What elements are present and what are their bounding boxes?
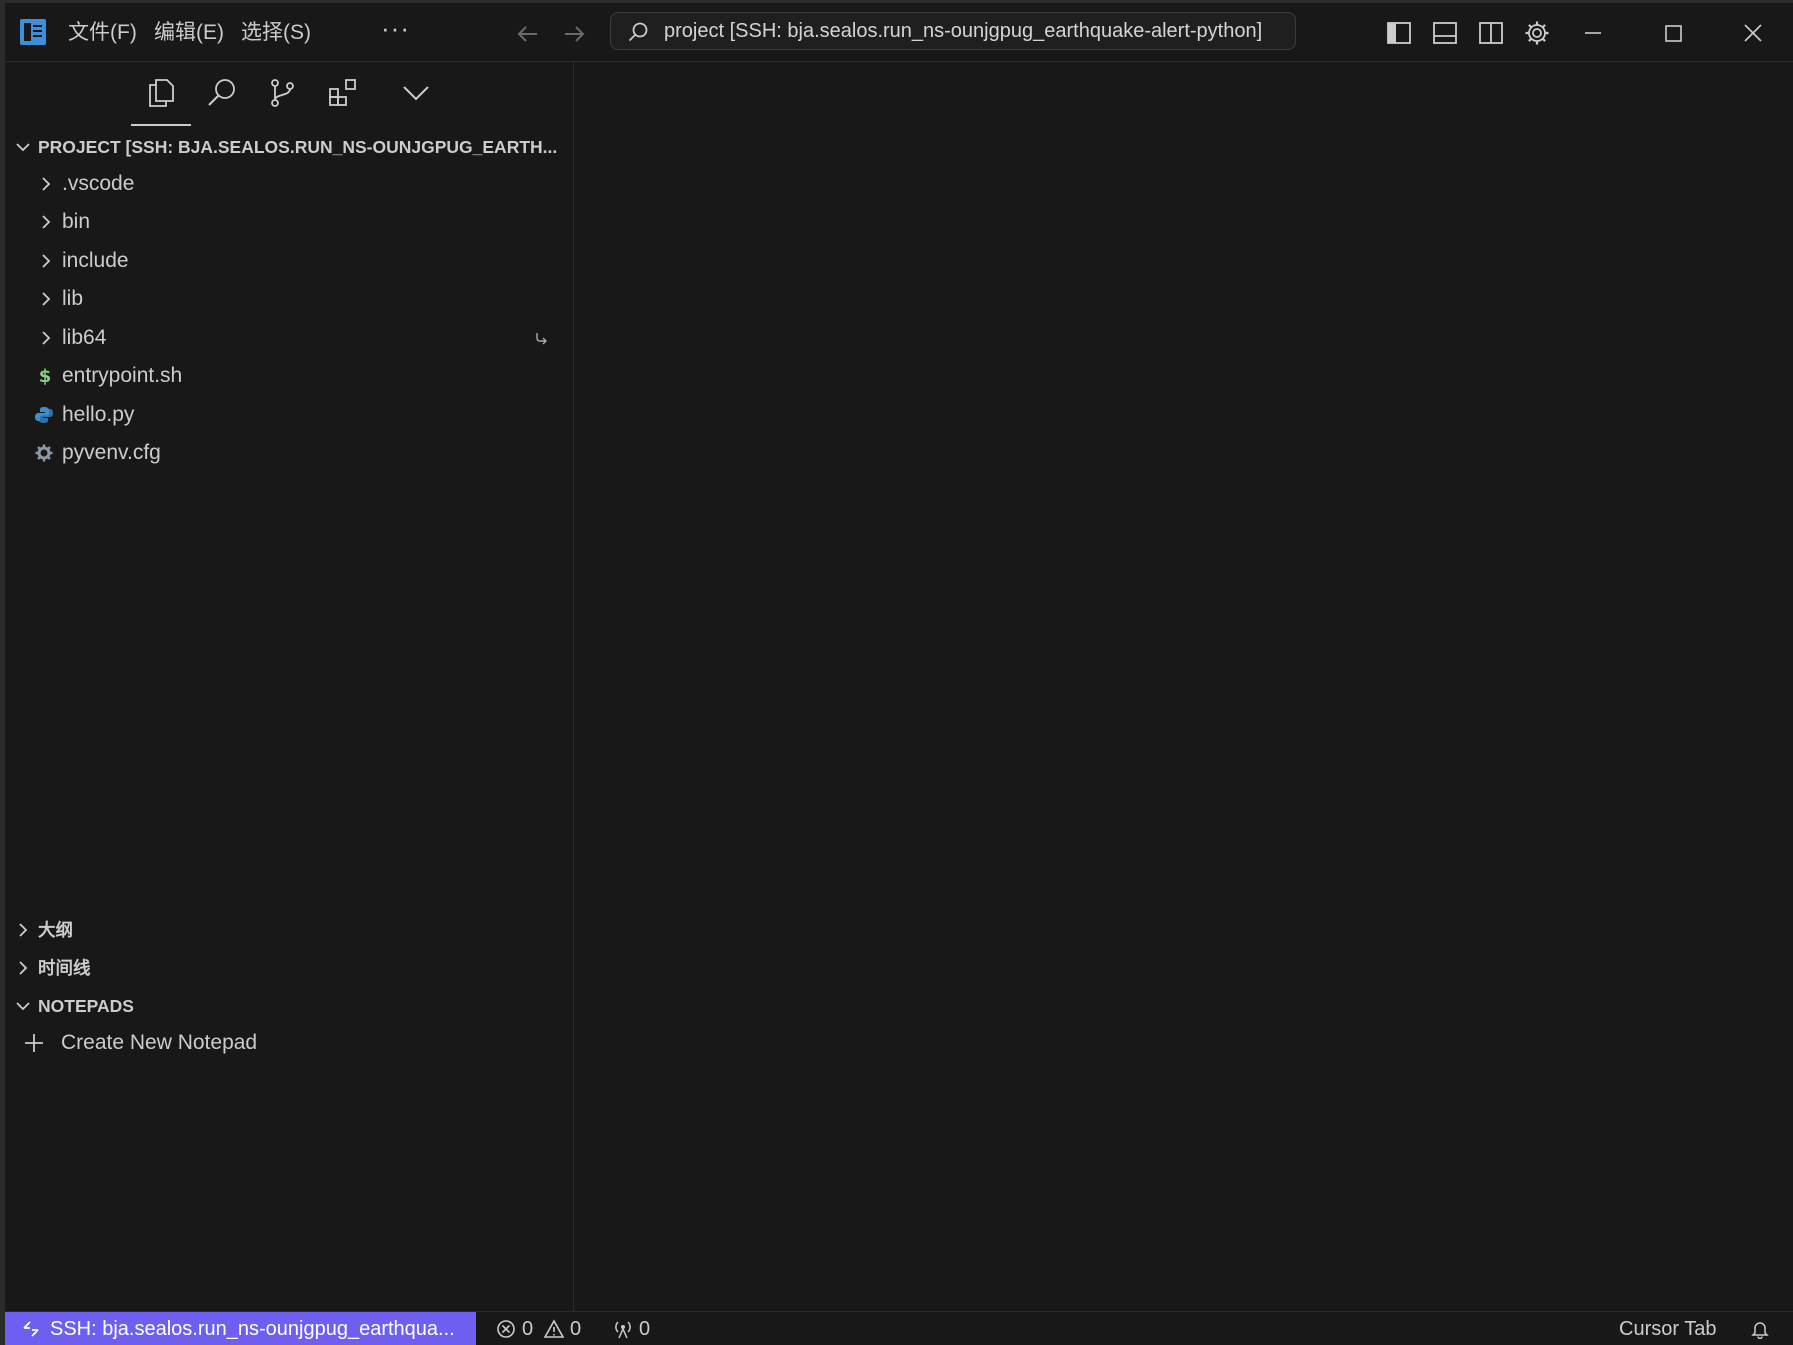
create-new-notepad-button[interactable]: Create New Notepad — [5, 1024, 573, 1062]
error-icon — [497, 1320, 515, 1338]
primary-sidebar: PROJECT [SSH: BJA.SEALOS.RUN_NS-OUNJGPUG… — [5, 62, 574, 1311]
timeline-section-header[interactable]: 时间线 — [5, 951, 573, 985]
notepads-label: NOTEPADS — [38, 996, 134, 1016]
error-count: 0 — [522, 1318, 534, 1340]
search-text: project [SSH: bja.sealos.run_ns-ounjgpug… — [664, 20, 1263, 42]
command-center-search[interactable]: project [SSH: bja.sealos.run_ns-ounjgpug… — [610, 12, 1296, 50]
status-bar: SSH: bja.sealos.run_ns-ounjgpug_earthqua… — [5, 1311, 1793, 1345]
tree-item-lib-folder[interactable]: lib — [5, 280, 573, 318]
tree-item-label: bin — [62, 210, 91, 233]
project-title: PROJECT [SSH: BJA.SEALOS.RUN_NS-OUNJGPUG… — [38, 137, 558, 157]
notifications-bell-icon[interactable] — [1750, 1319, 1770, 1339]
tree-item-label: entrypoint.sh — [62, 364, 183, 387]
chevron-right-icon — [19, 961, 28, 975]
chevron-right-icon — [42, 292, 51, 306]
tree-item-label: lib64 — [62, 326, 107, 349]
python-icon — [35, 407, 53, 423]
app-logo-icon[interactable] — [19, 18, 47, 46]
chevron-down-icon — [16, 1002, 30, 1011]
maximize-icon[interactable] — [1657, 17, 1689, 49]
warning-icon — [544, 1319, 564, 1338]
chevron-right-icon — [42, 254, 51, 268]
close-icon[interactable] — [1737, 17, 1769, 49]
menu-select[interactable]: 选择(S) — [241, 19, 311, 47]
tree-item-label: include — [62, 249, 129, 272]
plus-icon — [25, 1034, 43, 1052]
forward-arrow-icon[interactable] — [561, 21, 587, 47]
toggle-panel-icon[interactable] — [1431, 19, 1459, 47]
svg-text:$: $ — [39, 366, 52, 386]
back-arrow-icon[interactable] — [515, 21, 541, 47]
remote-label: SSH: bja.sealos.run_ns-ounjgpug_earthqua… — [50, 1318, 455, 1340]
tree-item-include-folder[interactable]: include — [5, 242, 573, 280]
editor-area[interactable] — [574, 62, 1793, 1311]
tree-item-lib64-folder[interactable]: lib64 — [5, 319, 573, 357]
source-control-icon[interactable] — [265, 76, 299, 110]
chevron-down-icon[interactable] — [399, 76, 433, 110]
tree-item-label: .vscode — [62, 172, 135, 195]
problems-indicator[interactable]: 0 0 — [492, 1312, 592, 1345]
ports-indicator[interactable]: 0 — [609, 1312, 659, 1345]
tree-item-hello-py-file[interactable]: hello.py — [5, 396, 573, 434]
active-view-indicator — [131, 124, 191, 126]
tree-item-label: hello.py — [62, 403, 135, 426]
app-window: 文件(F) 编辑(E) 选择(S) ··· project [SSH: bja.… — [5, 3, 1793, 1345]
search-icon — [628, 22, 648, 42]
remote-connection-indicator[interactable]: SSH: bja.sealos.run_ns-ounjgpug_earthqua… — [5, 1312, 476, 1345]
tree-item-label: pyvenv.cfg — [62, 441, 161, 464]
chevron-down-icon — [16, 143, 30, 152]
shell-dollar-icon: $ — [39, 366, 52, 386]
remote-icon — [23, 1321, 39, 1337]
broadcast-icon — [615, 1321, 631, 1339]
create-notepad-label: Create New Notepad — [61, 1031, 258, 1054]
chevron-right-icon — [19, 923, 28, 937]
warning-count: 0 — [570, 1318, 582, 1340]
timeline-label: 时间线 — [38, 958, 91, 978]
symlink-arrow-icon — [536, 333, 547, 345]
chevron-right-icon — [42, 177, 51, 191]
menu-more-button[interactable]: ··· — [381, 13, 410, 44]
explorer-project-header[interactable]: PROJECT [SSH: BJA.SEALOS.RUN_NS-OUNJGPUG… — [5, 130, 573, 164]
chevron-right-icon — [42, 215, 51, 229]
chevron-right-icon — [42, 331, 51, 345]
tree-item-entrypoint-file[interactable]: $ entrypoint.sh — [5, 357, 573, 395]
cursor-tab-status[interactable]: Cursor Tab — [1619, 1312, 1716, 1345]
menu-file[interactable]: 文件(F) — [68, 19, 137, 47]
notepads-section-header[interactable]: NOTEPADS — [5, 989, 573, 1023]
menu-edit[interactable]: 编辑(E) — [154, 19, 224, 47]
tree-item-bin-folder[interactable]: bin — [5, 203, 573, 241]
explorer-files-icon[interactable] — [144, 76, 178, 110]
ports-count: 0 — [639, 1318, 651, 1340]
tree-item-vscode-folder[interactable]: .vscode — [5, 165, 573, 203]
outline-section-header[interactable]: 大纲 — [5, 913, 573, 947]
toggle-primary-sidebar-icon[interactable] — [1385, 19, 1413, 47]
gear-icon — [35, 444, 53, 462]
title-bar: 文件(F) 编辑(E) 选择(S) ··· project [SSH: bja.… — [5, 3, 1793, 62]
toggle-secondary-sidebar-icon[interactable] — [1477, 19, 1505, 47]
minimize-icon[interactable] — [1577, 17, 1609, 49]
search-view-icon[interactable] — [205, 76, 239, 110]
tree-item-label: lib — [62, 287, 84, 310]
extensions-icon[interactable] — [326, 76, 360, 110]
settings-gear-icon[interactable] — [1523, 19, 1551, 47]
outline-label: 大纲 — [38, 920, 73, 940]
tree-item-pyvenv-file[interactable]: pyvenv.cfg — [5, 434, 573, 472]
